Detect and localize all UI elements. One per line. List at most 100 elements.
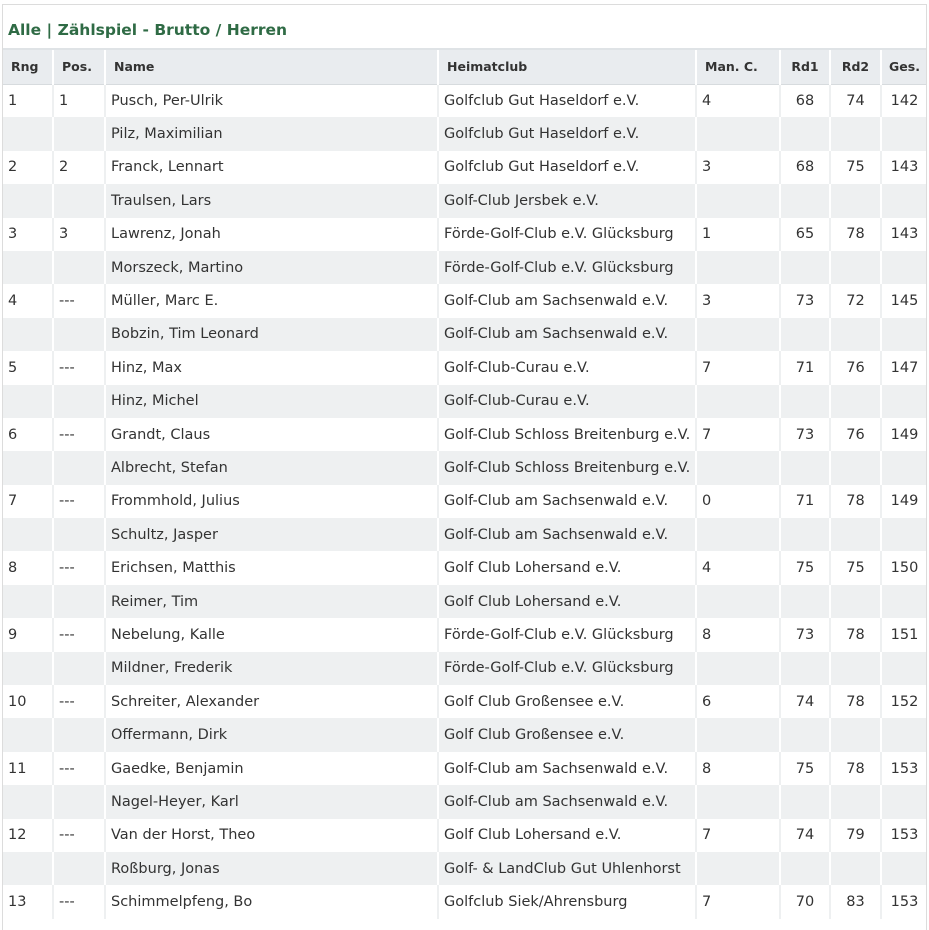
cell-name: Mildner, Frederik — [105, 651, 439, 686]
cell-name: Lawrenz, Jonah — [105, 217, 439, 251]
table-row[interactable]: Mildner, Frederik Förde-Golf-Club e.V. Gl… — [3, 651, 926, 686]
cell-pos: --- — [53, 685, 106, 719]
table-row[interactable]: Bobzin, Tim Leonard Golf-Club am Sachsenw… — [3, 317, 926, 352]
table-row[interactable]: Offermann, Dirk Golf Club Großensee e.V. — [3, 718, 926, 752]
cell-ges — [881, 851, 926, 886]
table-row[interactable]: 10 --- Schreiter, Alexander Golf Club Große… — [3, 685, 926, 719]
cell-club: Golfclub Gut Haseldorf e.V. — [438, 117, 697, 151]
cell-rng — [3, 851, 54, 886]
column-header-rd1[interactable]: Rd1 — [780, 50, 831, 85]
table-row[interactable]: 3 3 Lawrenz, Jonah Förde-Golf-Club e.V. Glü… — [3, 217, 926, 251]
cell-rd2 — [830, 518, 882, 552]
cell-club: Golf-Club-Curau e.V. — [438, 351, 697, 385]
cell-man — [696, 584, 781, 619]
table-row[interactable]: 8 --- Erichsen, Matthis Golf Club Lohersand… — [3, 551, 926, 585]
cell-name: Franck, Lennart — [105, 150, 439, 185]
cell-rng — [3, 718, 54, 752]
cell-rng — [3, 184, 54, 218]
table-row[interactable]: 7 --- Frommhold, Julius Golf-Club am Sachse… — [3, 484, 926, 519]
cell-pos: --- — [53, 284, 106, 318]
cell-club: Golf- & LandClub Gut Uhlenhorst — [438, 851, 697, 886]
cell-rd1 — [780, 451, 831, 485]
cell-rd1: 68 — [780, 84, 831, 118]
cell-club: Golf Club Lohersand e.V. — [438, 551, 697, 585]
table-row[interactable]: 1 1 Pusch, Per-Ulrik Golfclub Gut Haseldorf… — [3, 84, 926, 118]
cell-rd2 — [830, 117, 882, 151]
column-header-rd2[interactable]: Rd2 — [830, 50, 882, 85]
cell-rd1 — [780, 384, 831, 418]
cell-rd2: 78 — [830, 618, 882, 652]
cell-pos — [53, 518, 106, 552]
cell-pos: --- — [53, 484, 106, 519]
cell-name: Roßburg, Jonas — [105, 851, 439, 886]
column-header-name[interactable]: Name — [105, 50, 439, 85]
table-row[interactable]: Nagel-Heyer, Karl Golf-Club am Sachsenwal… — [3, 785, 926, 819]
column-header-ges[interactable]: Ges. — [881, 50, 926, 85]
table-row[interactable]: Hinz, Michel Golf-Club-Curau e.V. — [3, 384, 926, 418]
cell-man — [696, 851, 781, 886]
table-row[interactable]: Traulsen, Lars Golf-Club Jersbek e.V. — [3, 184, 926, 218]
table-row[interactable]: 5 --- Hinz, Max Golf-Club-Curau e.V. 7 71 76 14… — [3, 351, 926, 385]
cell-rd1: 73 — [780, 417, 831, 452]
table-row[interactable]: 11 --- Gaedke, Benjamin Golf-Club am Sachse… — [3, 751, 926, 786]
cell-club: Golf-Club am Sachsenwald e.V. — [438, 484, 697, 519]
cell-pos: --- — [53, 618, 106, 652]
cell-name: Van der Horst, Theo — [105, 818, 439, 852]
table-row[interactable]: 2 2 Franck, Lennart Golfclub Gut Haseldorf … — [3, 150, 926, 185]
cell-rd1: 68 — [780, 150, 831, 185]
table-row[interactable]: Albrecht, Stefan Golf-Club Schloss Breite… — [3, 451, 926, 485]
column-header-club[interactable]: Heimatclub — [438, 50, 697, 85]
table-row[interactable]: Pilz, Maximilian Golfclub Gut Haseldorf e… — [3, 117, 926, 151]
cell-pos — [53, 718, 106, 752]
cell-rd2: 78 — [830, 685, 882, 719]
cell-ges — [881, 718, 926, 752]
table-row[interactable]: 6 --- Grandt, Claus Golf-Club Schloss Breit… — [3, 417, 926, 452]
column-header-man[interactable]: Man. C. — [696, 50, 781, 85]
cell-man: 4 — [696, 84, 781, 118]
cell-man: 1 — [696, 217, 781, 251]
cell-man — [696, 785, 781, 819]
cell-pos — [53, 384, 106, 418]
table-row[interactable]: 12 --- Van der Horst, Theo Golf Club Lohers… — [3, 818, 926, 852]
cell-rd1: 71 — [780, 484, 831, 519]
cell-club: Förde-Golf-Club e.V. Glücksburg — [438, 250, 697, 285]
cell-man: 8 — [696, 751, 781, 786]
cell-rd2 — [830, 451, 882, 485]
results-panel: Alle | Zählspiel - Brutto / Herren Rng P… — [2, 4, 927, 930]
cell-ges: 151 — [881, 618, 926, 652]
cell-man: 7 — [696, 885, 781, 919]
cell-ges — [881, 384, 926, 418]
table-row[interactable]: Morszeck, Martino Förde-Golf-Club e.V. Gl… — [3, 250, 926, 285]
cell-man: 7 — [696, 818, 781, 852]
table-row[interactable]: 4 --- Müller, Marc E. Golf-Club am Sachsenw… — [3, 284, 926, 318]
cell-ges — [881, 117, 926, 151]
cell-rd1 — [780, 250, 831, 285]
cell-rd2: 78 — [830, 217, 882, 251]
cell-pos — [53, 651, 106, 686]
cell-rd2 — [830, 851, 882, 886]
cell-name: Reimer, Tim — [105, 584, 439, 619]
cell-pos: --- — [53, 885, 106, 919]
cell-rng — [3, 785, 54, 819]
cell-rd2: 78 — [830, 751, 882, 786]
cell-name: Bobzin, Tim Leonard — [105, 317, 439, 352]
table-row[interactable]: 13 --- Schimmelpfeng, Bo Golfclub Siek/Ahre… — [3, 885, 926, 919]
cell-rd2 — [830, 250, 882, 285]
cell-rd2: 83 — [830, 885, 882, 919]
cell-name: Schultz, Jasper — [105, 518, 439, 552]
cell-rng: 11 — [3, 751, 54, 786]
cell-rng — [3, 117, 54, 151]
column-header-rng[interactable]: Rng — [3, 50, 54, 85]
cell-rd1: 70 — [780, 885, 831, 919]
cell-club: Golf-Club Schloss Breitenburg e.V. — [438, 417, 697, 452]
table-row[interactable]: Roßburg, Jonas Golf- & LandClub Gut Uhlen… — [3, 851, 926, 886]
cell-club: Golfclub Gut Haseldorf e.V. — [438, 150, 697, 185]
cell-pos: --- — [53, 751, 106, 786]
cell-man: 3 — [696, 150, 781, 185]
cell-rd2: 72 — [830, 284, 882, 318]
cell-ges: 149 — [881, 417, 926, 452]
table-row[interactable]: Schultz, Jasper Golf-Club am Sachsenwald … — [3, 518, 926, 552]
column-header-pos[interactable]: Pos. — [53, 50, 106, 85]
table-row[interactable]: 9 --- Nebelung, Kalle Förde-Golf-Club e.V. … — [3, 618, 926, 652]
table-row[interactable]: Reimer, Tim Golf Club Lohersand e.V. — [3, 584, 926, 619]
